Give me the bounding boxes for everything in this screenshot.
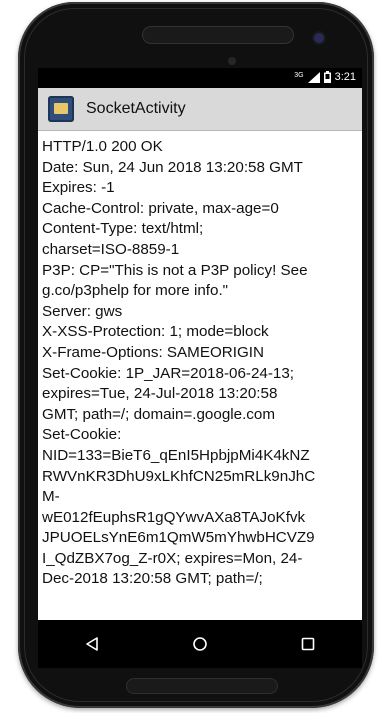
response-line: Set-Cookie:	[42, 426, 122, 444]
earpiece-speaker	[142, 26, 294, 44]
recents-icon	[301, 637, 315, 651]
response-line: expires=Tue, 24-Jul-2018 13:20:58	[42, 385, 278, 403]
bottom-speaker	[126, 678, 278, 694]
response-line: Dec-2018 13:20:58 GMT; path=/;	[42, 570, 263, 588]
response-text-view[interactable]: HTTP/1.0 200 OK Date: Sun, 24 Jun 2018 1…	[38, 131, 362, 620]
front-camera	[314, 33, 324, 43]
response-line: Date: Sun, 24 Jun 2018 13:20:58 GMT	[42, 158, 303, 176]
activity-title: SocketActivity	[86, 100, 186, 117]
response-line: Set-Cookie: 1P_JAR=2018-06-24-13;	[42, 364, 295, 382]
app-icon	[48, 96, 74, 122]
signal-icon	[307, 71, 320, 83]
response-line: P3P: CP="This is not a P3P policy! See	[42, 261, 308, 279]
device-screen: 3G 3:21 SocketActivity HTTP/1.0 200 OK D…	[38, 68, 362, 668]
status-icons: 3G 3:21	[294, 71, 356, 83]
network-type-label: 3G	[294, 71, 304, 79]
http-response-text: HTTP/1.0 200 OK Date: Sun, 24 Jun 2018 1…	[38, 131, 362, 590]
recents-button[interactable]	[288, 624, 328, 664]
response-line: JPUOELsYnE6m1QmW5mYhwbHCVZ9	[42, 529, 315, 547]
response-line: GMT; path=/; domain=.google.com	[42, 405, 276, 423]
proximity-sensor	[228, 57, 236, 65]
home-button[interactable]	[180, 624, 220, 664]
status-time: 3:21	[334, 71, 356, 83]
response-line: Cache-Control: private, max-age=0	[42, 199, 279, 217]
response-line: g.co/p3phelp for more info."	[42, 282, 229, 300]
response-line: charset=ISO-8859-1	[42, 240, 180, 258]
response-line: Expires: -1	[42, 179, 115, 197]
back-button[interactable]	[72, 624, 112, 664]
response-line: wE012fEuphsR1gQYwvAXa8TAJoKfvk	[42, 508, 306, 526]
response-line: RWVnKR3DhU9xLKhfCN25mRLk9nJhC	[42, 467, 316, 485]
response-line: Content-Type: text/html;	[42, 220, 204, 238]
status-bar: 3G 3:21	[38, 68, 362, 88]
battery-icon	[323, 71, 331, 83]
response-line: M-	[42, 488, 60, 506]
response-line: X-Frame-Options: SAMEORIGIN	[42, 343, 264, 361]
navigation-bar	[38, 620, 362, 668]
response-line: X-XSS-Protection: 1; mode=block	[42, 323, 269, 341]
response-line: Server: gws	[42, 302, 123, 320]
response-line: HTTP/1.0 200 OK	[42, 138, 163, 155]
action-bar: SocketActivity	[38, 88, 362, 131]
home-icon	[193, 637, 207, 651]
back-icon	[86, 637, 98, 651]
response-line: NID=133=BieT6_qEnI5HpbjpMi4K4kNZ	[42, 446, 310, 464]
response-line: I_QdZBX7og_Z-r0X; expires=Mon, 24-	[42, 549, 303, 567]
